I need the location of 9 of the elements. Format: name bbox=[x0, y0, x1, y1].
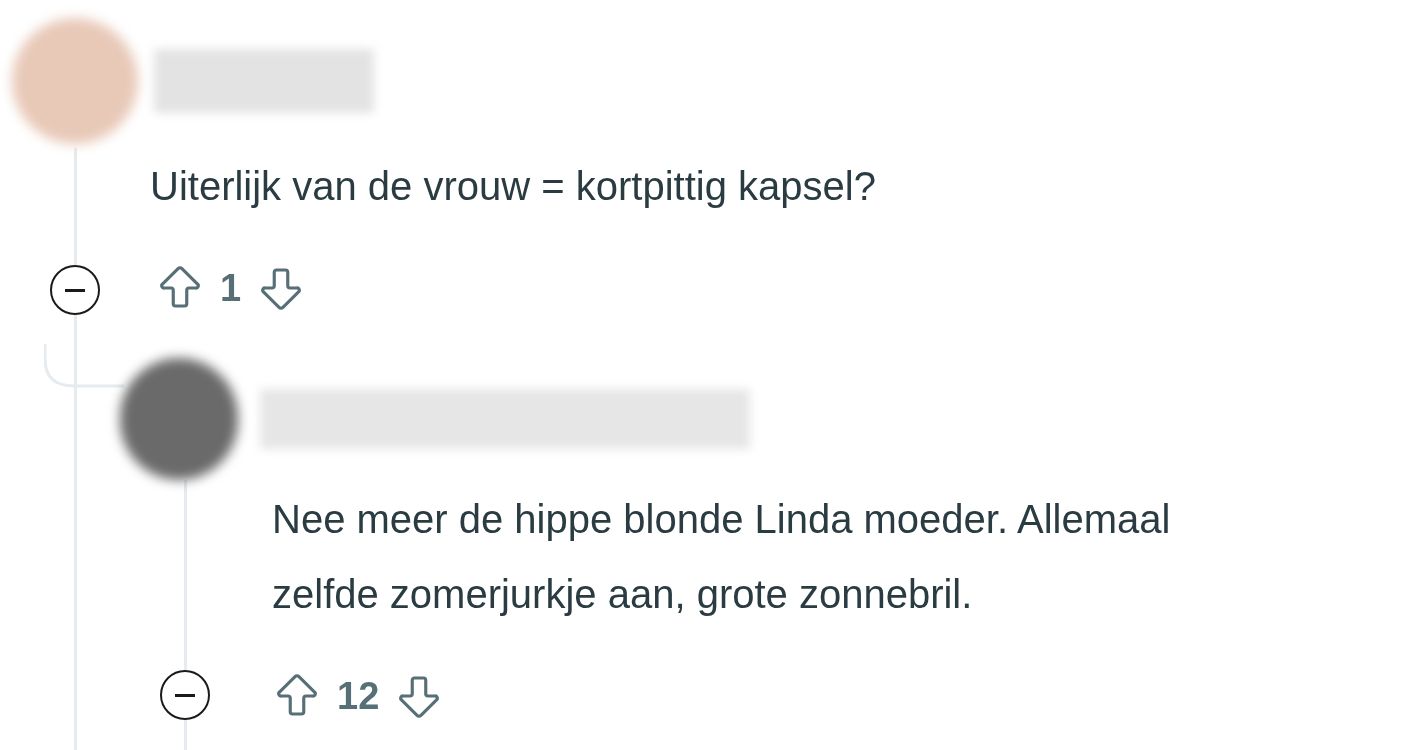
collapse-button[interactable] bbox=[50, 265, 100, 315]
minus-icon bbox=[175, 693, 195, 697]
comment-text: Uiterlijk van de vrouw = kortpittig kapsel? bbox=[150, 163, 877, 210]
vote-count: 12 bbox=[337, 673, 380, 719]
avatar[interactable] bbox=[120, 358, 238, 480]
comment-text: Nee meer de hippe blonde Linda moeder. Allemaal zelfde zomerjurkje aan, grote zonnebril. bbox=[272, 496, 1172, 618]
collapse-button[interactable] bbox=[160, 670, 210, 720]
minus-icon bbox=[65, 288, 85, 292]
vote-count: 1 bbox=[220, 265, 242, 311]
